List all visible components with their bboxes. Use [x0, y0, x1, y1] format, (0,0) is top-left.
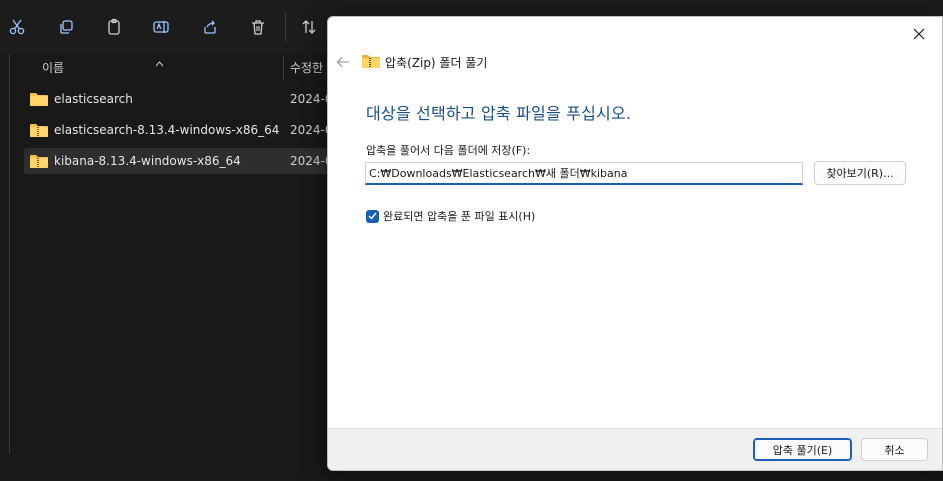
back-arrow-icon: [336, 57, 349, 67]
cut-icon[interactable]: [3, 13, 31, 41]
instruction-heading: 대상을 선택하고 압축 파일을 푸십시오.: [366, 104, 632, 123]
extract-zip-dialog: 압축(Zip) 폴더 풀기 대상을 선택하고 압축 파일을 푸십시오. 압축을 …: [327, 16, 943, 471]
file-name: elasticsearch: [54, 92, 133, 106]
toolbar-separator: [285, 12, 286, 42]
sort-icon[interactable]: [295, 13, 323, 41]
back-button[interactable]: [334, 53, 352, 71]
column-header-name[interactable]: 이름: [42, 54, 64, 82]
folder-icon: [30, 93, 48, 106]
browse-button[interactable]: 찾아보기(R)...: [814, 161, 906, 185]
sort-ascending-icon: [155, 52, 164, 71]
delete-icon[interactable]: [244, 13, 272, 41]
share-icon[interactable]: [196, 13, 224, 41]
zip-folder-icon: [362, 53, 380, 72]
file-row-elasticsearch[interactable]: elasticsearch 2024-0: [24, 86, 334, 112]
destination-label: 압축을 풀어서 다음 폴더에 저장(F):: [366, 144, 531, 157]
file-row-kibana-zip[interactable]: kibana-8.13.4-windows-x86_64 2024-0: [24, 148, 334, 174]
show-files-label: 완료되면 압축을 푼 파일 표시(H): [383, 210, 536, 223]
column-header-modified[interactable]: 수정한: [290, 54, 323, 82]
cancel-button[interactable]: 취소: [861, 438, 928, 461]
rename-icon[interactable]: [147, 13, 175, 41]
file-name: kibana-8.13.4-windows-x86_64: [54, 154, 241, 168]
zip-folder-icon: [30, 124, 48, 137]
close-icon: [913, 28, 925, 40]
show-files-checkbox-row[interactable]: 완료되면 압축을 푼 파일 표시(H): [366, 208, 535, 224]
zip-folder-icon: [30, 155, 48, 168]
column-divider[interactable]: [283, 56, 284, 80]
checkmark-icon: [368, 212, 377, 220]
destination-path-input[interactable]: [365, 162, 803, 185]
copy-icon[interactable]: [52, 13, 80, 41]
file-row-elasticsearch-zip[interactable]: elasticsearch-8.13.4-windows-x86_64 2024…: [24, 117, 334, 143]
extract-button[interactable]: 압축 풀기(E): [753, 438, 852, 461]
file-name: elasticsearch-8.13.4-windows-x86_64: [54, 123, 280, 137]
paste-icon[interactable]: [100, 13, 128, 41]
explorer-pane-border: [9, 54, 10, 454]
show-files-checkbox[interactable]: [366, 209, 379, 223]
dialog-title: 압축(Zip) 폴더 풀기: [385, 56, 488, 70]
close-button[interactable]: [904, 21, 934, 47]
